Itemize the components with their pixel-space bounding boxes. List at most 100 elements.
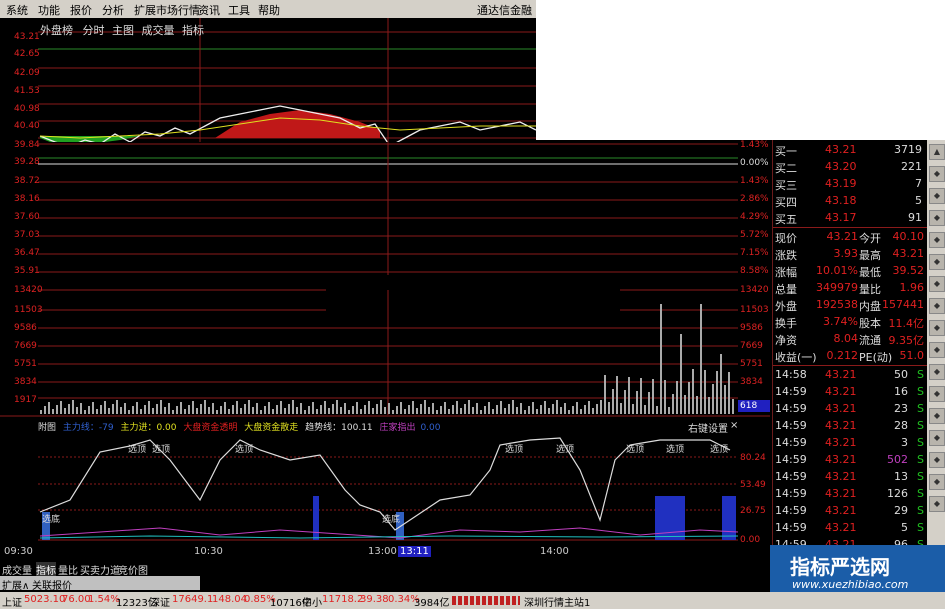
tick-row: 14:59 43.21 28 S (773, 418, 928, 435)
tool-icon[interactable]: ◆ (929, 408, 945, 424)
watermark-banner: 指标严选网 www.xuezhibiao.com (770, 545, 945, 595)
volume-bar (528, 406, 530, 414)
tool-icon[interactable]: ◆ (929, 254, 945, 270)
tool-icon[interactable]: ◆ (929, 386, 945, 402)
volume-bar (444, 402, 446, 414)
indicator-item: 主力线：-79 (62, 423, 114, 433)
volume-bar (244, 404, 246, 414)
menu-system[interactable]: 系统 (6, 2, 28, 18)
bid-price: 43.21 (825, 143, 857, 156)
tool-icon[interactable]: ◆ (929, 496, 945, 512)
time-label: 14:00 (540, 546, 569, 557)
top-axis-label: 43.21 (14, 32, 40, 42)
volume-bar (236, 401, 238, 414)
tab-outer[interactable]: 外盘榜 (40, 24, 73, 37)
menu-quote[interactable]: 报价 (70, 2, 92, 18)
tick-time: 14:59 (775, 504, 807, 517)
volume-bar (456, 401, 458, 414)
bid-label: 买二 (775, 162, 797, 175)
menu-tools[interactable]: 工具 (228, 2, 250, 18)
volume-bar (532, 402, 534, 414)
volume-bar (732, 399, 734, 414)
stat-value: 3.93 (833, 247, 859, 260)
indicator-name[interactable]: 附图 (38, 423, 56, 433)
tool-icon[interactable]: ◆ (929, 364, 945, 380)
settings-label[interactable]: 右键设置 (688, 420, 728, 435)
tool-icon[interactable]: ◆ (929, 452, 945, 468)
volume-bar (516, 407, 518, 414)
tab-auction[interactable]: 竞价图 (118, 562, 148, 577)
volume-bar (632, 404, 634, 414)
time-label: 13:00 (368, 546, 397, 557)
menu-analysis[interactable]: 分析 (102, 2, 124, 18)
volume-bar (336, 400, 338, 414)
menu-function[interactable]: 功能 (38, 2, 60, 18)
tool-icon[interactable]: ◆ (929, 342, 945, 358)
tick-row: 14:59 43.21 502 S (773, 452, 928, 469)
volume-bar (392, 410, 394, 414)
tab-indicator[interactable]: 指标 (182, 24, 204, 37)
volume-bar (132, 406, 134, 414)
stat-row: 换手 3.74% 股本 11.4亿 (773, 314, 928, 331)
top-axis-label: 41.53 (14, 86, 40, 96)
tab-main[interactable]: 主图 (112, 24, 134, 37)
bid-label: 买一 (775, 145, 797, 158)
pct-axis-label: 4.29% (740, 212, 769, 222)
volume-bar (300, 403, 302, 414)
stat-value: 8.04 (833, 332, 859, 345)
tool-icon[interactable]: ◆ (929, 298, 945, 314)
tool-icon[interactable]: ◆ (929, 474, 945, 490)
bid-row: 买二 43.20 221 (773, 159, 928, 176)
volume-bar (512, 400, 514, 414)
tick-time: 14:58 (775, 368, 807, 381)
bid-price: 43.17 (825, 211, 857, 224)
tick-row: 14:59 43.21 23 S (773, 401, 928, 418)
bid-row: 买三 43.19 7 (773, 176, 928, 193)
tick-volume: 50 (894, 368, 908, 381)
tool-icon[interactable]: ◆ (929, 276, 945, 292)
tab-volume[interactable]: 成交量 (142, 24, 175, 37)
volume-bar (304, 410, 306, 414)
time-axis: 09:30 10:30 13:00 13:11 14:00 (0, 546, 770, 560)
bid-volume: 91 (908, 211, 922, 224)
tab-intraday[interactable]: 分时 (83, 24, 105, 37)
tool-icon[interactable]: ◆ (929, 320, 945, 336)
volume-bar (136, 402, 138, 414)
volume-bar (180, 402, 182, 414)
volume-bar (520, 403, 522, 414)
volume-bar (272, 409, 274, 414)
tab-volume-ratio[interactable]: 量比 (58, 562, 78, 577)
tab-extend[interactable]: 扩展∧ (2, 577, 29, 592)
close-icon[interactable]: × (730, 420, 738, 431)
stat-value: 9.35亿 (888, 334, 925, 347)
menu-ext-market[interactable]: 扩展市场行情 (134, 2, 200, 18)
stat-row: 总量 349979 量比 1.96 (773, 280, 928, 297)
tool-icon[interactable]: ◆ (929, 232, 945, 248)
volume-bar (288, 404, 290, 414)
menu-news[interactable]: 资讯 (198, 2, 220, 18)
tick-time: 14:59 (775, 436, 807, 449)
tab-volume-bottom[interactable]: 成交量 (2, 562, 32, 577)
signal-label: 选顶 (152, 445, 171, 455)
volume-bar (500, 401, 502, 414)
tick-side: S (917, 419, 924, 432)
tool-icon[interactable]: ▲ (929, 144, 945, 160)
tab-buy-sell-power[interactable]: 买卖力道 (80, 562, 120, 577)
menu-help[interactable]: 帮助 (258, 2, 280, 18)
tab-related-quote[interactable]: 关联报价 (32, 577, 72, 592)
volume-bar (92, 402, 94, 414)
tick-price: 43.21 (825, 402, 857, 415)
tool-icon[interactable]: ◆ (929, 210, 945, 226)
tab-indicator-bottom[interactable]: 指标 (36, 562, 56, 577)
tool-icon[interactable]: ◆ (929, 166, 945, 182)
sh-label: 上证 (2, 598, 22, 609)
tick-volume: 29 (894, 504, 908, 517)
volume-bar (704, 370, 706, 414)
pct-axis-label: 2.86% (740, 194, 769, 204)
stat-row: 外盘 192538 内盘 157441 (773, 297, 928, 314)
tool-icon[interactable]: ◆ (929, 430, 945, 446)
tool-icon[interactable]: ◆ (929, 188, 945, 204)
server-label[interactable]: 深圳行情主站1 (524, 594, 590, 609)
volume-bar (376, 404, 378, 414)
stat-label: 量比 (859, 283, 881, 296)
